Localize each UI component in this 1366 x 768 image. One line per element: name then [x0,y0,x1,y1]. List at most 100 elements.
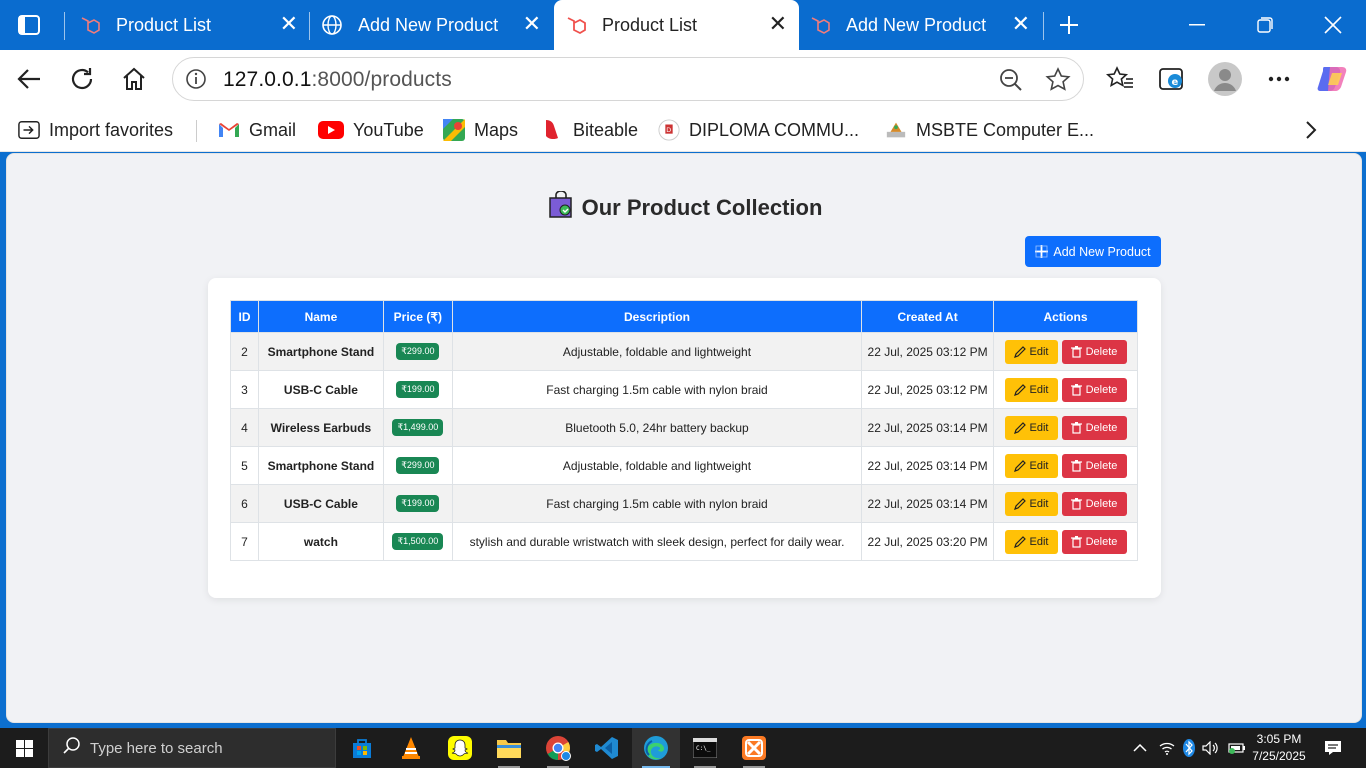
trash-icon [1070,497,1082,510]
profile-avatar[interactable] [1206,60,1244,98]
volume-icon[interactable] [1200,728,1222,768]
site-info-icon[interactable] [183,66,209,92]
delete-label: Delete [1085,383,1118,396]
restore-icon[interactable] [1232,0,1298,50]
vlc-icon[interactable] [387,728,435,768]
delete-button[interactable]: Delete [1061,491,1127,516]
delete-button[interactable]: Delete [1061,415,1127,440]
price-badge: ₹299.00 [396,343,440,360]
edit-button[interactable]: Edit [1004,339,1058,364]
cell-price: ₹199.00 [382,484,453,523]
tab-product-list-active[interactable]: Product List ✕ [554,0,799,50]
cell-created-at: 22 Jul, 2025 03:14 PM [861,408,994,447]
edit-button[interactable]: Edit [1004,377,1058,402]
column-header-id: ID [230,300,259,333]
column-header-description: Description [451,300,863,333]
windows-start-icon[interactable] [0,728,48,768]
favorites-more-icon[interactable] [1305,118,1317,142]
microsoft-store-icon[interactable] [338,728,386,768]
price-badge: ₹1,500.00 [392,533,444,550]
delete-label: Delete [1085,535,1118,548]
svg-text:C:\_: C:\_ [696,745,711,752]
fav-label: Biteable [573,119,639,140]
close-icon[interactable]: ✕ [523,13,541,35]
wifi-icon[interactable] [1156,728,1178,768]
edge-icon[interactable] [632,728,680,768]
copilot-icon[interactable] [1314,60,1352,98]
add-new-product-button[interactable]: Add New Product [1025,236,1161,267]
favorite-star-icon[interactable] [1045,67,1071,98]
fav-biteable[interactable]: Biteable [542,118,638,142]
cell-name: watch [257,522,384,561]
address-bar[interactable]: 127.0.0.1:8000/products [172,57,1084,101]
edit-button[interactable]: Edit [1004,453,1058,478]
column-header-actions: Actions [993,300,1138,333]
tab-add-new-product-2[interactable]: Add New Product ✕ [800,0,1042,50]
fav-youtube[interactable]: YouTube [318,118,424,142]
vscode-icon[interactable] [583,728,631,768]
file-explorer-icon[interactable] [485,728,533,768]
shopping-bag-icon [548,190,574,225]
products-card: ID Name Price (₹) Description Created At… [208,278,1161,598]
back-icon[interactable] [10,60,48,98]
cell-price: ₹299.00 [382,446,453,485]
cell-description: Adjustable, foldable and lightweight [451,446,863,485]
table-row: 6 USB-C Cable ₹199.00 Fast charging 1.5m… [230,484,1138,523]
table-row: 7 watch ₹1,500.00 stylish and durable wr… [230,522,1138,561]
window-close-icon[interactable] [1300,0,1366,50]
delete-button[interactable]: Delete [1061,453,1127,478]
fav-label: Gmail [249,119,297,140]
cell-price: ₹1,499.00 [382,408,453,447]
price-badge: ₹199.00 [396,495,440,512]
url-path: :8000/products [311,68,452,91]
terminal-icon[interactable]: C:\_ [681,728,729,768]
more-options-icon[interactable] [1260,60,1298,98]
cell-actions: Edit Delete [993,408,1138,447]
cell-description: stylish and durable wristwatch with slee… [451,522,863,561]
add-button-label: Add New Product [1053,244,1151,259]
snapchat-icon[interactable] [436,728,484,768]
delete-button[interactable]: Delete [1061,377,1127,402]
home-icon[interactable] [115,60,153,98]
fav-diploma[interactable]: D DIPLOMA COMMU... [658,118,859,142]
bluetooth-icon[interactable] [1180,728,1198,768]
zoom-icon[interactable] [999,68,1023,97]
new-tab-icon[interactable] [1046,0,1092,50]
minimize-icon[interactable] [1164,0,1230,50]
cell-price: ₹1,500.00 [382,522,453,561]
close-icon[interactable]: ✕ [1012,13,1030,35]
close-icon[interactable]: ✕ [280,13,298,35]
cell-id: 6 [230,484,259,523]
cell-created-at: 22 Jul, 2025 03:20 PM [861,522,994,561]
cell-description: Fast charging 1.5m cable with nylon brai… [451,484,863,523]
edit-button[interactable]: Edit [1004,415,1058,440]
show-hidden-icons-icon[interactable] [1130,728,1150,768]
fav-import-favorites[interactable]: Import favorites [18,118,173,142]
tab-actions-icon[interactable] [0,0,58,50]
edit-button[interactable]: Edit [1004,529,1058,554]
favorites-icon[interactable] [1101,60,1139,98]
tab-product-list-1[interactable]: Product List ✕ [70,0,310,50]
fav-maps[interactable]: Maps [443,118,518,142]
fav-gmail[interactable]: Gmail [218,118,296,142]
chrome-icon[interactable] [534,728,582,768]
fav-label: Maps [474,119,519,140]
price-badge: ₹299.00 [396,457,440,474]
delete-button[interactable]: Delete [1061,339,1127,364]
browser-essentials-icon[interactable]: e [1153,60,1191,98]
notifications-icon[interactable] [1318,728,1348,768]
refresh-icon[interactable] [63,60,101,98]
delete-button[interactable]: Delete [1061,529,1127,554]
xampp-icon[interactable] [730,728,778,768]
fav-msbte[interactable]: MSBTE Computer E... [885,118,1094,142]
maps-icon [443,119,465,141]
edit-button[interactable]: Edit [1004,491,1058,516]
url-text[interactable]: 127.0.0.1:8000/products [223,68,452,92]
taskbar-search-box[interactable]: Type here to search [48,728,336,768]
tab-add-new-product-1[interactable]: Add New Product ✕ [310,0,553,50]
tab-label: Product List [116,14,212,35]
taskbar-clock[interactable]: 3:05 PM 7/25/2025 [1246,731,1312,765]
cell-created-at: 22 Jul, 2025 03:12 PM [861,332,994,371]
battery-icon[interactable] [1226,728,1248,768]
close-icon[interactable]: ✕ [769,13,787,35]
